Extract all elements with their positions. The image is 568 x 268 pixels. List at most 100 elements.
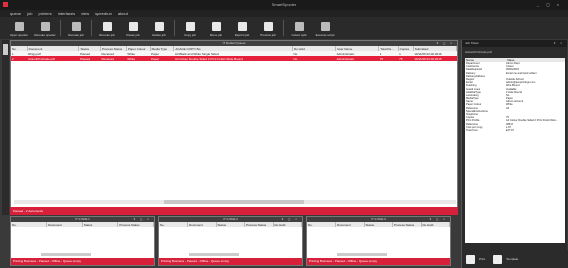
queue-panel-status: Printing Business - Paused - Offline - Q… — [159, 258, 302, 265]
pause-job-button[interactable]: Pause job — [120, 18, 146, 38]
queue-panel-title: IT 0-Wild-2 — [223, 217, 238, 221]
reroute-job-button-2[interactable]: Reroute job — [94, 18, 120, 38]
window-controls[interactable]: _ ◻ × — [537, 2, 562, 7]
scrollbar-thumb[interactable] — [164, 200, 304, 204]
col-header[interactable]: Document — [46, 222, 83, 227]
move-job-button[interactable]: Move job — [203, 18, 229, 38]
reprint-icon — [237, 22, 247, 31]
open-spooler-button[interactable]: Open spooler — [6, 18, 32, 38]
scrollbar-thumb[interactable] — [337, 253, 387, 256]
col-header[interactable]: Do Hold — [273, 222, 302, 227]
reroute-job-button[interactable]: Reroute job — [63, 18, 89, 38]
document-arrow-icon — [102, 22, 112, 31]
scrollbar-thumb[interactable] — [41, 253, 91, 256]
property-grid: Name Value Department Admin Dept CostCentr… — [465, 58, 565, 243]
queue-panel-title: IT 0-Wild-1 — [75, 217, 90, 221]
script-icon — [320, 22, 330, 31]
split-icon — [294, 22, 304, 31]
main-queue-header: IT Default Queue ▾ ◻ × — [11, 41, 457, 46]
col-header[interactable]: No. — [159, 222, 188, 227]
side-tab[interactable] — [3, 44, 8, 55]
queue-panel-3: IT 0-Wild-3 ▾ ◻ × No. Document Status Pr… — [306, 216, 451, 266]
copy-job-button[interactable]: Copy job — [177, 18, 203, 38]
queue-status-bar: Paused - 2 documents — [10, 207, 458, 215]
delete-job-button[interactable]: Delete job — [146, 18, 172, 38]
property-row[interactable]: Total Cost £27.97 — [465, 129, 565, 132]
printer-icon — [466, 254, 475, 264]
main-queue-title: IT Default Queue — [222, 41, 246, 45]
col-header[interactable]: No. — [11, 222, 48, 227]
title-bar: SmartSpooler _ ◻ × — [0, 0, 568, 10]
execute-script-button[interactable]: Execute script — [312, 18, 338, 38]
template-icon — [493, 254, 503, 264]
template-button[interactable]: Template — [493, 254, 518, 264]
queue-panel-title: IT 0-Wild-3 — [371, 217, 386, 221]
property-value: £27.97 — [506, 128, 514, 132]
col-header[interactable]: Do Hold — [421, 222, 450, 227]
menu-view[interactable]: view — [81, 11, 89, 16]
queue-panel-status: Printing Business - Paused - Offline - Q… — [11, 258, 154, 265]
toolbar-divider — [91, 20, 92, 36]
menu-queue[interactable]: queue — [10, 11, 21, 16]
window-title: SmartSpooler — [271, 2, 297, 7]
menu-about[interactable]: about — [118, 11, 128, 16]
panel-controls[interactable]: ▾ × — [554, 40, 564, 47]
queue-table: No. Document Status Process Status — [11, 222, 154, 227]
col-header[interactable]: Status — [364, 222, 393, 227]
property-rows: Department Admin Dept CostCentre Colour Date… — [465, 62, 565, 132]
toolbar-divider — [60, 20, 61, 36]
reprint-job-button[interactable]: Reprint job — [229, 18, 255, 38]
move-icon — [211, 22, 221, 31]
table-row-selected[interactable]: 2 ActionPrintCode.pdf Paused Received Wh… — [11, 56, 457, 61]
panel-controls[interactable]: ▾ ◻ × — [430, 217, 447, 222]
menu-printers[interactable]: printers — [38, 11, 51, 16]
col-header[interactable]: No. — [307, 222, 336, 227]
preview-icon — [263, 22, 273, 31]
menu-speedrun[interactable]: speedrun — [95, 11, 112, 16]
col-header[interactable]: Status — [216, 222, 245, 227]
panel-controls[interactable]: ▾ ◻ × — [437, 41, 454, 46]
col-header[interactable]: Status — [82, 222, 119, 227]
toolbar-divider — [283, 20, 284, 36]
job-ticket-filename: ActionPrintCode.pdf — [465, 50, 492, 54]
printer-arrow-icon — [40, 22, 50, 31]
job-ticket-panel: Job Ticket ▾ × ActionPrintCode.pdf Name … — [461, 40, 568, 268]
menu-job[interactable]: job — [27, 11, 32, 16]
queue-table: No. Document Status Process Status Do Ho… — [159, 222, 302, 227]
col-header[interactable]: Process Status — [392, 222, 422, 227]
job-table: No. Document Status Process Status Paper… — [11, 46, 458, 61]
col-header[interactable]: Process Status — [117, 222, 154, 227]
toolbar-divider — [174, 20, 175, 36]
job-ticket-actions: Print Template — [462, 250, 568, 268]
property-key: Total Cost — [466, 128, 478, 132]
col-header[interactable]: Document — [335, 222, 365, 227]
copy-icon — [185, 22, 195, 31]
queue-panel-header: IT 0-Wild-3 ▾ ◻ × — [307, 217, 450, 222]
panel-controls[interactable]: ▾ ◻ × — [134, 217, 151, 222]
queue-panel-status: Printing Business - Paused - Offline - Q… — [307, 258, 450, 265]
document-delete-icon — [154, 22, 164, 31]
horizontal-scrollbar[interactable] — [14, 200, 456, 204]
col-header[interactable]: Process Status — [244, 222, 274, 227]
menu-bar: queue job printers interfaces view speed… — [0, 10, 568, 17]
queue-panel-header: IT 0-Wild-2 ▾ ◻ × — [159, 217, 302, 222]
printer-icon — [14, 22, 24, 31]
col-header[interactable]: Document — [187, 222, 217, 227]
reroute-spooler-button[interactable]: Reroute spooler — [32, 18, 58, 38]
job-ticket-title: Job Ticket — [465, 41, 479, 45]
queue-panel-2: IT 0-Wild-2 ▾ ◻ × No. Document Status Pr… — [158, 216, 303, 266]
scrollbar-thumb[interactable] — [189, 253, 239, 256]
queue-table: No. Document Status Process Status Do Ho… — [307, 222, 450, 227]
side-tab-strip — [2, 40, 9, 215]
document-pause-icon — [128, 22, 138, 31]
preview-job-button[interactable]: Preview job — [255, 18, 281, 38]
queue-panel-1: IT 0-Wild-1 ▾ ◻ × No. Document Status Pr… — [10, 216, 155, 266]
toolbar: Open spooler Reroute spooler Reroute job… — [0, 17, 568, 39]
job-ticket-header: Job Ticket ▾ × — [462, 40, 567, 47]
colour-split-button[interactable]: Colour split — [286, 18, 312, 38]
panel-controls[interactable]: ▾ ◻ × — [282, 217, 299, 222]
menu-interfaces[interactable]: interfaces — [58, 11, 75, 16]
main-queue-panel: IT Default Queue ▾ ◻ × No. Document Stat… — [10, 40, 458, 215]
print-button[interactable]: Print — [466, 254, 485, 264]
reroute-icon — [71, 22, 81, 31]
